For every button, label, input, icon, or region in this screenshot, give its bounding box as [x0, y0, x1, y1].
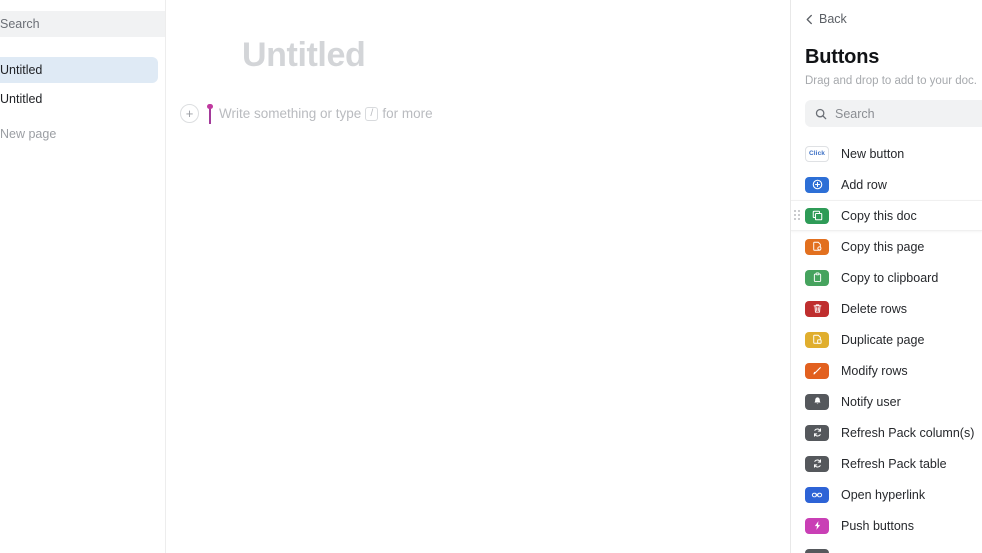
slash-key-badge: / [365, 106, 379, 121]
list-item-notify-user[interactable]: Notify user [791, 386, 982, 417]
sidebar-item-page-2[interactable]: Untitled [0, 86, 158, 112]
list-item-label: Duplicate page [841, 332, 925, 347]
clipboard-icon [805, 269, 829, 286]
chevron-left-icon [805, 14, 814, 25]
list-item-refresh-pack-table[interactable]: Refresh Pack table [791, 448, 982, 479]
list-item-label: Push buttons [841, 518, 914, 533]
list-item-label: Copy to clipboard [841, 270, 939, 285]
new-page-label: New page [0, 127, 57, 141]
pencil-icon [805, 362, 829, 379]
list-item-label: Delete rows [841, 301, 907, 316]
empty-block-line: + Write something or type / for more [180, 103, 790, 124]
plus-icon[interactable]: + [180, 104, 199, 123]
sidebar-item-label: Untitled [0, 63, 43, 77]
list-item-duplicate-page[interactable]: Duplicate page [791, 324, 982, 355]
sidebar-item-page-1[interactable]: Untitled [0, 57, 158, 83]
page-gear-icon [805, 238, 829, 255]
sidebar-item-label: Untitled [0, 92, 43, 106]
trash-icon [805, 300, 829, 317]
search-icon [815, 108, 827, 120]
document-canvas: Untitled + Write something or type / for… [166, 0, 790, 553]
placeholder-prefix: Write something or type [219, 106, 362, 121]
list-item-label: Refresh Pack column(s) [841, 425, 975, 440]
link-icon [805, 486, 829, 503]
page-copy-icon [805, 331, 829, 348]
cut-off-icon [805, 548, 829, 553]
back-label: Back [819, 12, 847, 26]
bell-icon [805, 393, 829, 410]
list-item-copy-this-doc[interactable]: Copy this doc [791, 200, 982, 231]
list-item-modify-rows[interactable]: Modify rows [791, 355, 982, 386]
list-item-partially-visible[interactable] [791, 541, 982, 553]
panel-content: Back Buttons Drag and drop to add to you… [791, 0, 982, 553]
drag-handle-icon[interactable] [794, 209, 802, 222]
button-templates-list: Click New button Add row Copy this doc C… [791, 138, 982, 553]
click-badge-icon: Click [805, 145, 829, 162]
back-button[interactable]: Back [805, 10, 982, 28]
text-cursor-marker [207, 103, 215, 124]
refresh-icon [805, 455, 829, 472]
list-item-label: Modify rows [841, 363, 908, 378]
list-item-push-buttons[interactable]: Push buttons [791, 510, 982, 541]
page-title[interactable]: Untitled [242, 34, 790, 77]
list-item-refresh-pack-columns[interactable]: Refresh Pack column(s) [791, 417, 982, 448]
list-item-copy-this-page[interactable]: Copy this page [791, 231, 982, 262]
list-item-label: Notify user [841, 394, 901, 409]
new-page-button[interactable]: New page [0, 121, 158, 147]
block-placeholder[interactable]: Write something or type / for more [219, 106, 433, 121]
sidebar-search-input[interactable] [0, 11, 165, 37]
plus-circle-icon [805, 176, 829, 193]
list-item-label: Refresh Pack table [841, 456, 947, 471]
list-item-label: Copy this page [841, 239, 925, 254]
lightning-icon [805, 517, 829, 534]
app-root: Untitled Untitled New page Untitled + Wr… [0, 0, 982, 553]
buttons-panel: Back Buttons Drag and drop to add to you… [790, 0, 982, 553]
list-item-add-row[interactable]: Add row [791, 169, 982, 200]
panel-search-box[interactable] [805, 100, 982, 127]
refresh-icon [805, 424, 829, 441]
panel-subtitle: Drag and drop to add to your doc. [805, 75, 977, 87]
list-item-label: Open hyperlink [841, 487, 926, 502]
panel-title: Buttons [805, 46, 880, 68]
list-item-delete-rows[interactable]: Delete rows [791, 293, 982, 324]
list-item-label: New button [841, 146, 905, 161]
list-item-label: Add row [841, 177, 887, 192]
sidebar-header [0, 0, 165, 48]
document-body: Untitled + Write something or type / for… [166, 0, 790, 124]
list-item-new-button[interactable]: Click New button [791, 138, 982, 169]
list-item-copy-to-clipboard[interactable]: Copy to clipboard [791, 262, 982, 293]
sidebar-page-list: Untitled Untitled New page [0, 48, 165, 147]
left-sidebar: Untitled Untitled New page [0, 0, 166, 553]
list-item-label: Copy this doc [841, 208, 917, 223]
list-item-open-hyperlink[interactable]: Open hyperlink [791, 479, 982, 510]
copy-doc-icon [805, 207, 829, 224]
panel-search-input[interactable] [835, 106, 982, 121]
placeholder-suffix: for more [382, 106, 433, 121]
